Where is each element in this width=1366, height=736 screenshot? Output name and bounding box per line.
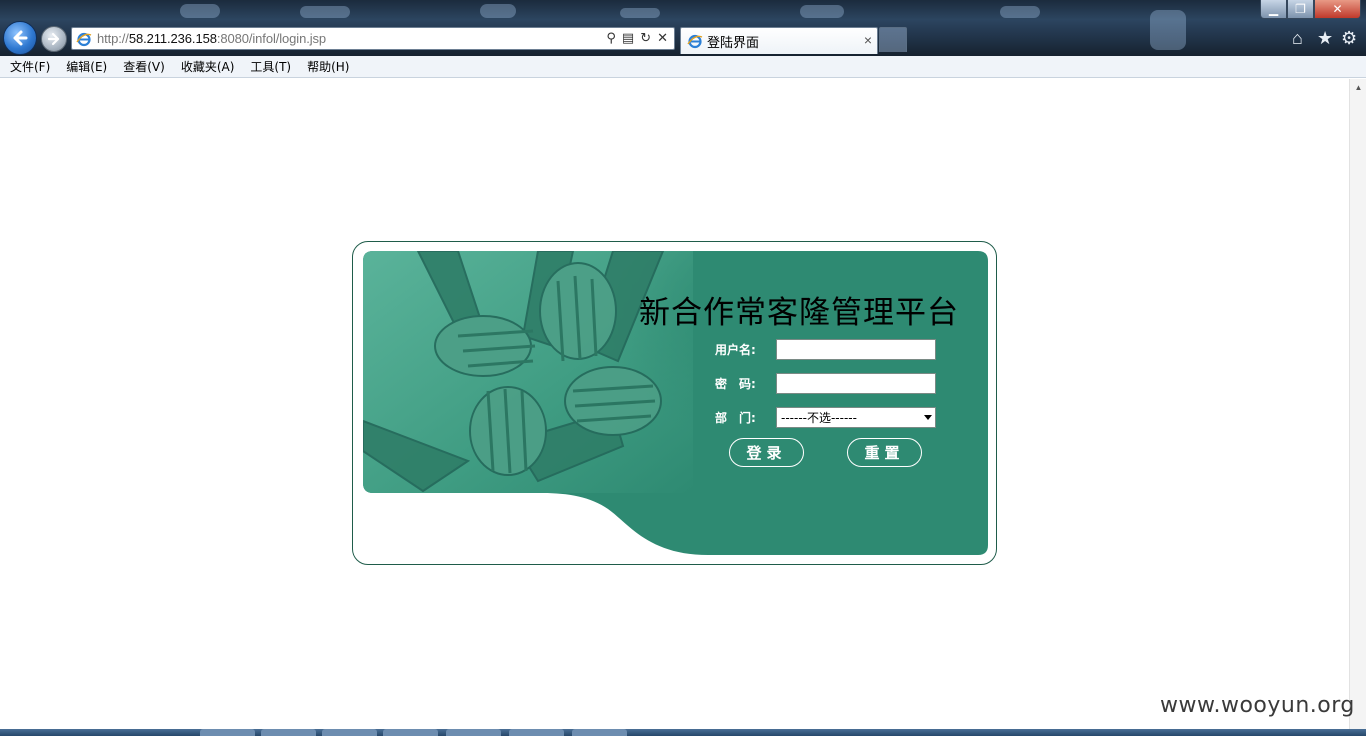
- os-taskbar: [0, 729, 1366, 736]
- taskbar-item[interactable]: [322, 729, 377, 736]
- page-viewport: 新合作常客隆管理平台 用户名: 密 码: 部 门: ------不选------…: [0, 79, 1349, 729]
- department-select[interactable]: ------不选------: [776, 407, 936, 428]
- new-tab-button[interactable]: [879, 27, 907, 52]
- taskbar-item[interactable]: [446, 729, 501, 736]
- refresh-icon[interactable]: ↻: [640, 30, 651, 46]
- menu-file[interactable]: 文件(F): [2, 58, 58, 75]
- username-input[interactable]: [776, 339, 936, 360]
- back-arrow-icon: [13, 30, 28, 46]
- minimize-button[interactable]: ▁: [1260, 0, 1287, 19]
- maximize-button[interactable]: ❐: [1287, 0, 1314, 19]
- menu-tools[interactable]: 工具(T): [242, 58, 299, 75]
- taskbar-item[interactable]: [383, 729, 438, 736]
- menu-view[interactable]: 查看(V): [115, 58, 173, 75]
- menu-favorites[interactable]: 收藏夹(A): [173, 58, 243, 75]
- ie-logo-icon: [687, 34, 703, 49]
- scroll-up-icon[interactable]: ▲: [1350, 79, 1366, 96]
- system-title: 新合作常客隆管理平台: [639, 295, 959, 331]
- department-label: 部 门:: [715, 411, 756, 425]
- taskbar-item[interactable]: [572, 729, 627, 736]
- home-icon[interactable]: ⌂: [1292, 28, 1303, 49]
- watermark-text: www.wooyun.org: [1160, 693, 1355, 718]
- forward-arrow-icon: [47, 32, 60, 46]
- url-text: http://58.211.236.158:8080/infol/login.j…: [97, 31, 327, 46]
- tab-close-icon[interactable]: ×: [864, 32, 872, 48]
- login-card: 新合作常客隆管理平台 用户名: 密 码: 部 门: ------不选------…: [352, 241, 997, 565]
- taskbar-item[interactable]: [509, 729, 564, 736]
- vertical-scrollbar[interactable]: ▲: [1349, 79, 1366, 729]
- tab-login[interactable]: 登陆界面 ×: [680, 27, 878, 54]
- tab-title: 登陆界面: [707, 34, 760, 50]
- login-button[interactable]: 登录: [729, 438, 804, 467]
- menu-help[interactable]: 帮助(H): [299, 58, 357, 75]
- stop-icon[interactable]: ✕: [657, 30, 668, 46]
- close-window-button[interactable]: ✕: [1314, 0, 1361, 19]
- search-icon[interactable]: ⚲: [606, 30, 616, 46]
- star-icon[interactable]: ★: [1317, 28, 1333, 49]
- department-selected-value: ------不选------: [781, 411, 857, 425]
- menu-bar: 文件(F) 编辑(E) 查看(V) 收藏夹(A) 工具(T) 帮助(H): [0, 56, 1366, 78]
- password-label: 密 码:: [715, 377, 756, 391]
- taskbar-item[interactable]: [261, 729, 316, 736]
- password-input[interactable]: [776, 373, 936, 394]
- gear-icon[interactable]: ⚙: [1341, 28, 1357, 49]
- taskbar-item[interactable]: [200, 729, 255, 736]
- ie-logo-icon: [76, 32, 92, 46]
- browser-chrome: http://58.211.236.158:8080/infol/login.j…: [0, 0, 1366, 56]
- address-bar[interactable]: http://58.211.236.158:8080/infol/login.j…: [71, 27, 675, 50]
- forward-button[interactable]: [41, 26, 67, 52]
- dropdown-arrow-icon: [924, 415, 932, 420]
- username-label: 用户名:: [715, 343, 756, 357]
- compat-view-icon[interactable]: ▤: [622, 30, 634, 46]
- back-button[interactable]: [3, 21, 37, 55]
- reset-button[interactable]: 重置: [847, 438, 922, 467]
- menu-edit[interactable]: 编辑(E): [58, 58, 115, 75]
